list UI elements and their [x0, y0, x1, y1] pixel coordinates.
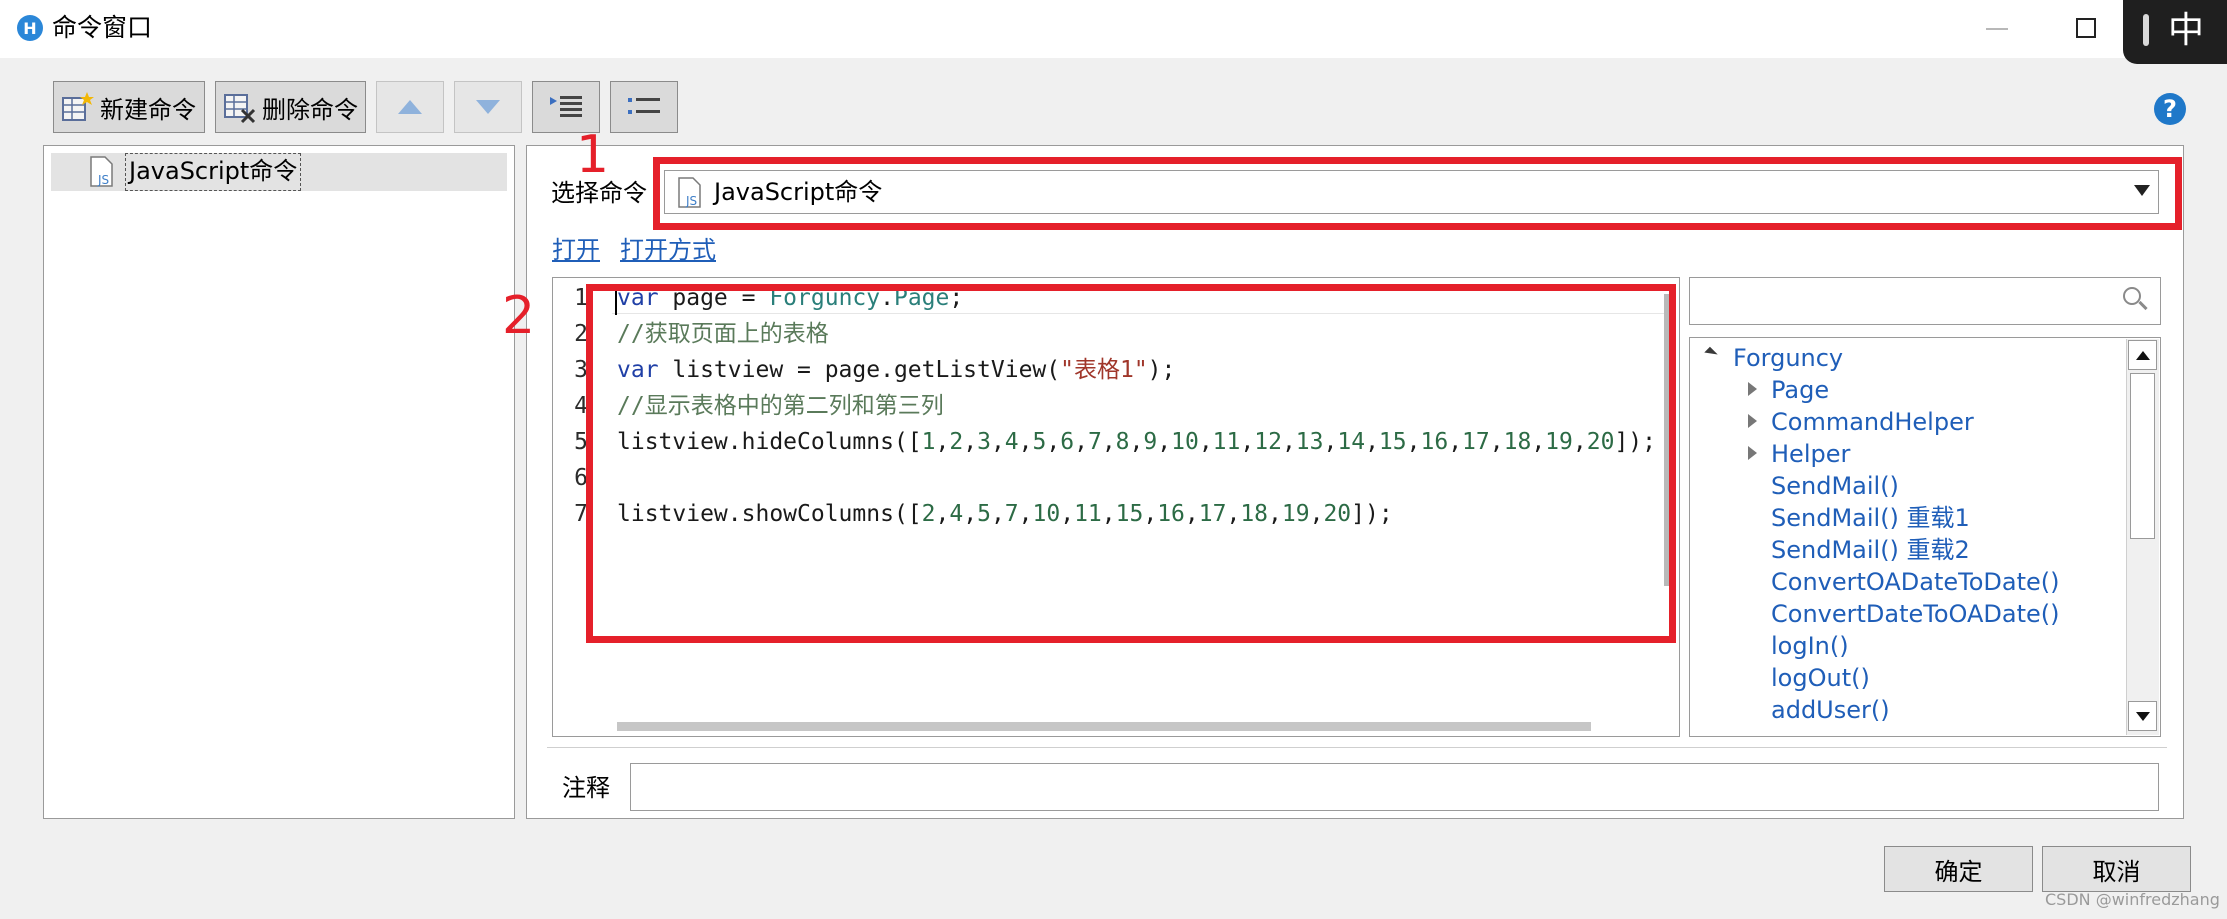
new-command-button[interactable]: 新建命令 — [53, 81, 205, 133]
open-with-link[interactable]: 打开方式 — [620, 233, 716, 267]
tree-node-method[interactable]: logOut() — [1771, 662, 1870, 694]
new-command-icon — [62, 92, 94, 121]
minimize-icon[interactable] — [1986, 28, 2008, 30]
scroll-down-icon — [2135, 711, 2150, 721]
js-file-icon: JS — [90, 156, 113, 187]
tree-node-method[interactable]: ConvertDateToOADate() — [1771, 598, 2060, 630]
cancel-button[interactable]: 取消 — [2042, 846, 2191, 892]
annotation-box-1 — [653, 157, 2182, 230]
line-number: 3 — [574, 357, 588, 383]
api-search-input[interactable] — [1689, 277, 2161, 325]
watermark: CSDN @winfredzhang — [2045, 890, 2220, 909]
arrow-down-icon — [476, 100, 500, 114]
tree-node-method[interactable]: SendMail() 重载1 — [1771, 502, 1970, 534]
scroll-up-icon — [2135, 350, 2150, 360]
collapsed-triangle-icon[interactable] — [1748, 382, 1757, 396]
line-number: 2 — [574, 321, 588, 347]
new-command-label: 新建命令 — [100, 95, 196, 124]
ok-button[interactable]: 确定 — [1884, 846, 2033, 892]
tree-node-forguncy[interactable]: Forguncy — [1733, 342, 1843, 374]
tree-node-method[interactable]: SendMail() — [1771, 470, 1899, 502]
indent-icon — [550, 96, 582, 117]
line-number: 1 — [574, 285, 588, 311]
ime-label[interactable]: 中 — [2168, 8, 2204, 54]
collapsed-triangle-icon[interactable] — [1748, 446, 1757, 460]
delete-command-button[interactable]: 删除命令 — [215, 81, 366, 133]
line-number: 4 — [574, 393, 588, 419]
tree-node-method[interactable]: logIn() — [1771, 630, 1849, 662]
title-bar — [0, 0, 2227, 58]
line-number: 5 — [574, 429, 588, 455]
tree-node-method[interactable]: SendMail() 重载2 — [1771, 534, 1970, 566]
divider — [547, 747, 2167, 748]
scroll-up-button[interactable] — [2128, 340, 2157, 370]
arrow-up-icon — [398, 100, 422, 114]
open-link[interactable]: 打开 — [552, 233, 600, 267]
annotation-box-2 — [586, 284, 1676, 643]
outdent-button[interactable] — [610, 81, 678, 133]
tree-node-commandhelper[interactable]: CommandHelper — [1771, 406, 1974, 438]
maximize-icon[interactable] — [2076, 18, 2096, 38]
help-icon[interactable]: ? — [2154, 93, 2186, 125]
line-number: 6 — [574, 465, 588, 491]
tree-node-method[interactable]: ConvertOADateToDate() — [1771, 566, 2060, 598]
hz-logo-icon: H — [17, 15, 43, 41]
command-tree-item-label[interactable]: JavaScript命令 — [125, 153, 302, 191]
move-down-button[interactable] — [454, 81, 522, 133]
line-number: 7 — [574, 501, 588, 527]
tree-node-page[interactable]: Page — [1771, 374, 1829, 406]
ime-bar-icon — [2143, 14, 2149, 46]
delete-command-icon — [224, 94, 256, 124]
outdent-icon — [628, 98, 660, 114]
scroll-thumb[interactable] — [2130, 373, 2155, 539]
scroll-down-button[interactable] — [2128, 701, 2157, 731]
window-title: 命令窗口 — [52, 13, 153, 42]
svg-text:JS: JS — [97, 173, 109, 187]
tree-node-method[interactable]: addUser() — [1771, 694, 1890, 726]
tree-node-helper[interactable]: Helper — [1771, 438, 1850, 470]
delete-command-label: 删除命令 — [262, 95, 358, 124]
collapsed-triangle-icon[interactable] — [1748, 414, 1757, 428]
move-up-button[interactable] — [376, 81, 444, 133]
annotation-number-1: 1 — [576, 125, 610, 185]
command-tree-panel — [43, 145, 515, 819]
editor-horizontal-scrollbar[interactable] — [617, 722, 1591, 731]
note-label: 注释 — [562, 774, 610, 802]
annotation-number-2: 2 — [502, 286, 536, 346]
note-input[interactable] — [630, 763, 2159, 811]
